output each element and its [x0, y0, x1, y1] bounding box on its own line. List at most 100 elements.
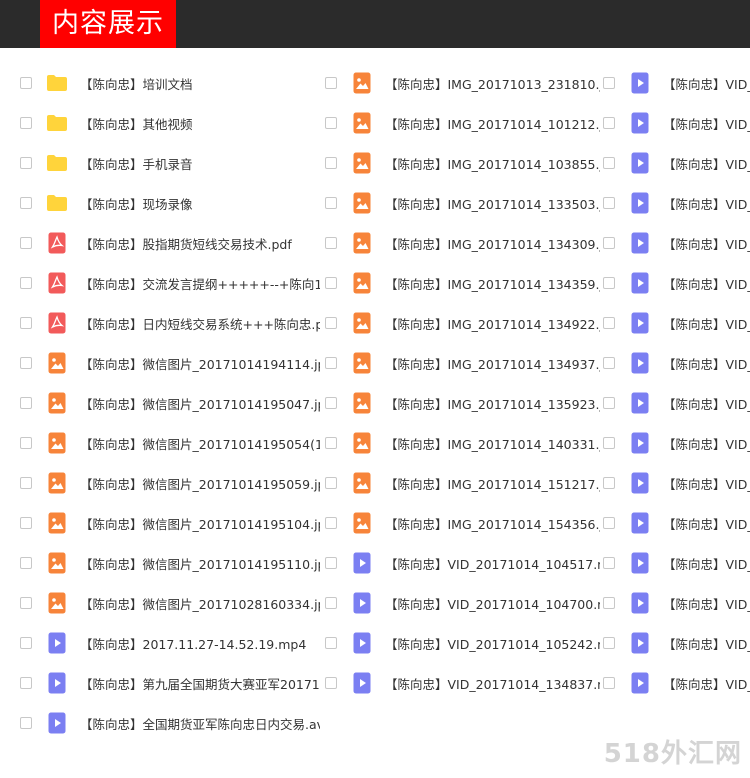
file-row[interactable]: 【陈向忠】第九届全国期货大赛亚军2017103	[20, 663, 320, 703]
file-name[interactable]: 【陈向忠】微信图片_20171014195047.jpg	[80, 394, 320, 413]
file-name[interactable]: 【陈向忠】VID_	[663, 514, 750, 533]
file-name[interactable]: 【陈向忠】交流发言提纲+++++--+陈向1.pc	[80, 274, 320, 293]
file-name[interactable]: 【陈向忠】VID_	[663, 194, 750, 213]
select-checkbox[interactable]	[20, 197, 32, 209]
select-checkbox[interactable]	[325, 397, 337, 409]
select-checkbox[interactable]	[603, 357, 615, 369]
file-row[interactable]: 【陈向忠】VID_	[603, 503, 750, 543]
file-name[interactable]: 【陈向忠】IMG_20171014_154356.jpg	[385, 514, 600, 533]
select-checkbox[interactable]	[325, 317, 337, 329]
select-checkbox[interactable]	[20, 637, 32, 649]
file-row[interactable]: 【陈向忠】VID_	[603, 183, 750, 223]
file-row[interactable]: 【陈向忠】VID_20171014_134837.mp4	[325, 663, 600, 703]
file-name[interactable]: 【陈向忠】VID_	[663, 434, 750, 453]
file-row[interactable]: 【陈向忠】微信图片_20171014195104.jpg	[20, 503, 320, 543]
select-checkbox[interactable]	[20, 557, 32, 569]
file-row[interactable]: 【陈向忠】全国期货亚军陈向忠日内交易.avi	[20, 703, 320, 743]
select-checkbox[interactable]	[603, 157, 615, 169]
file-row[interactable]: 【陈向忠】VID_	[603, 103, 750, 143]
select-checkbox[interactable]	[325, 557, 337, 569]
file-name[interactable]: 【陈向忠】微信图片_20171014195054(1).jpg	[80, 434, 320, 453]
file-name[interactable]: 【陈向忠】VID_20171014_105242.mp4	[385, 634, 600, 653]
file-row[interactable]: 【陈向忠】VID_	[603, 543, 750, 583]
file-name[interactable]: 【陈向忠】VID_	[663, 474, 750, 493]
file-row[interactable]: 【陈向忠】现场录像	[20, 183, 320, 223]
file-row[interactable]: 【陈向忠】IMG_20171014_134309.jpg	[325, 223, 600, 263]
file-row[interactable]: 【陈向忠】交流发言提纲+++++--+陈向1.pc	[20, 263, 320, 303]
file-name[interactable]: 【陈向忠】股指期货短线交易技术.pdf	[80, 234, 320, 253]
select-checkbox[interactable]	[325, 117, 337, 129]
file-row[interactable]: 【陈向忠】VID_	[603, 663, 750, 703]
file-name[interactable]: 【陈向忠】VID_	[663, 274, 750, 293]
file-row[interactable]: 【陈向忠】VID_	[603, 623, 750, 663]
select-checkbox[interactable]	[603, 237, 615, 249]
file-row[interactable]: 【陈向忠】IMG_20171014_154356.jpg	[325, 503, 600, 543]
file-name[interactable]: 【陈向忠】2017.11.27-14.52.19.mp4	[80, 634, 320, 653]
file-name[interactable]: 【陈向忠】IMG_20171013_231810.jpg	[385, 74, 600, 93]
file-row[interactable]: 【陈向忠】IMG_20171014_134922.jpg	[325, 303, 600, 343]
select-checkbox[interactable]	[603, 117, 615, 129]
select-checkbox[interactable]	[20, 597, 32, 609]
file-row[interactable]: 【陈向忠】IMG_20171014_133503.jpg	[325, 183, 600, 223]
file-name[interactable]: 【陈向忠】其他视频	[80, 114, 320, 133]
file-row[interactable]: 【陈向忠】IMG_20171014_134359.jpg	[325, 263, 600, 303]
select-checkbox[interactable]	[20, 357, 32, 369]
file-row[interactable]: 【陈向忠】IMG_20171014_134937.jpg	[325, 343, 600, 383]
file-name[interactable]: 【陈向忠】IMG_20171014_134922.jpg	[385, 314, 600, 333]
file-name[interactable]: 【陈向忠】第九届全国期货大赛亚军2017103	[80, 674, 320, 693]
file-name[interactable]: 【陈向忠】IMG_20171014_134309.jpg	[385, 234, 600, 253]
file-name[interactable]: 【陈向忠】VID_	[663, 594, 750, 613]
file-name[interactable]: 【陈向忠】IMG_20171014_135923.jpg	[385, 394, 600, 413]
file-row[interactable]: 【陈向忠】VID_20171014_105242.mp4	[325, 623, 600, 663]
file-name[interactable]: 【陈向忠】VID_	[663, 354, 750, 373]
file-row[interactable]: 【陈向忠】IMG_20171014_140331.jpg	[325, 423, 600, 463]
select-checkbox[interactable]	[325, 517, 337, 529]
file-row[interactable]: 【陈向忠】日内短线交易系统+++陈向忠.pdf	[20, 303, 320, 343]
file-name[interactable]: 【陈向忠】VID_	[663, 634, 750, 653]
file-name[interactable]: 【陈向忠】VID_	[663, 234, 750, 253]
select-checkbox[interactable]	[325, 197, 337, 209]
file-row[interactable]: 【陈向忠】VID_	[603, 223, 750, 263]
select-checkbox[interactable]	[325, 477, 337, 489]
file-row[interactable]: 【陈向忠】微信图片_20171028160334.jpg	[20, 583, 320, 623]
file-name[interactable]: 【陈向忠】VID_	[663, 74, 750, 93]
select-checkbox[interactable]	[20, 677, 32, 689]
file-row[interactable]: 【陈向忠】VID_	[603, 263, 750, 303]
file-name[interactable]: 【陈向忠】IMG_20171014_134359.jpg	[385, 274, 600, 293]
file-row[interactable]: 【陈向忠】VID_	[603, 303, 750, 343]
file-row[interactable]: 【陈向忠】IMG_20171013_231810.jpg	[325, 63, 600, 103]
file-name[interactable]: 【陈向忠】现场录像	[80, 194, 320, 213]
file-row[interactable]: 【陈向忠】VID_	[603, 423, 750, 463]
select-checkbox[interactable]	[20, 397, 32, 409]
file-name[interactable]: 【陈向忠】微信图片_20171028160334.jpg	[80, 594, 320, 613]
select-checkbox[interactable]	[20, 277, 32, 289]
select-checkbox[interactable]	[603, 557, 615, 569]
select-checkbox[interactable]	[20, 517, 32, 529]
select-checkbox[interactable]	[603, 277, 615, 289]
select-checkbox[interactable]	[325, 157, 337, 169]
select-checkbox[interactable]	[325, 277, 337, 289]
select-checkbox[interactable]	[20, 77, 32, 89]
file-row[interactable]: 【陈向忠】微信图片_20171014195047.jpg	[20, 383, 320, 423]
file-row[interactable]: 【陈向忠】VID_	[603, 343, 750, 383]
file-name[interactable]: 【陈向忠】全国期货亚军陈向忠日内交易.avi	[80, 714, 320, 733]
select-checkbox[interactable]	[603, 77, 615, 89]
select-checkbox[interactable]	[325, 77, 337, 89]
file-row[interactable]: 【陈向忠】VID_	[603, 383, 750, 423]
file-row[interactable]: 【陈向忠】IMG_20171014_151217.jpg	[325, 463, 600, 503]
select-checkbox[interactable]	[603, 317, 615, 329]
select-checkbox[interactable]	[603, 197, 615, 209]
file-row[interactable]: 【陈向忠】股指期货短线交易技术.pdf	[20, 223, 320, 263]
file-name[interactable]: 【陈向忠】手机录音	[80, 154, 320, 173]
file-name[interactable]: 【陈向忠】微信图片_20171014194114.jpg	[80, 354, 320, 373]
file-row[interactable]: 【陈向忠】IMG_20171014_135923.jpg	[325, 383, 600, 423]
file-name[interactable]: 【陈向忠】日内短线交易系统+++陈向忠.pdf	[80, 314, 320, 333]
file-name[interactable]: 【陈向忠】VID_20171014_134837.mp4	[385, 674, 600, 693]
file-name[interactable]: 【陈向忠】微信图片_20171014195059.jpg	[80, 474, 320, 493]
select-checkbox[interactable]	[603, 517, 615, 529]
select-checkbox[interactable]	[325, 677, 337, 689]
file-row[interactable]: 【陈向忠】微信图片_20171014194114.jpg	[20, 343, 320, 383]
file-row[interactable]: 【陈向忠】VID_20171014_104517.mp4	[325, 543, 600, 583]
file-name[interactable]: 【陈向忠】IMG_20171014_103855.jpg	[385, 154, 600, 173]
select-checkbox[interactable]	[20, 477, 32, 489]
